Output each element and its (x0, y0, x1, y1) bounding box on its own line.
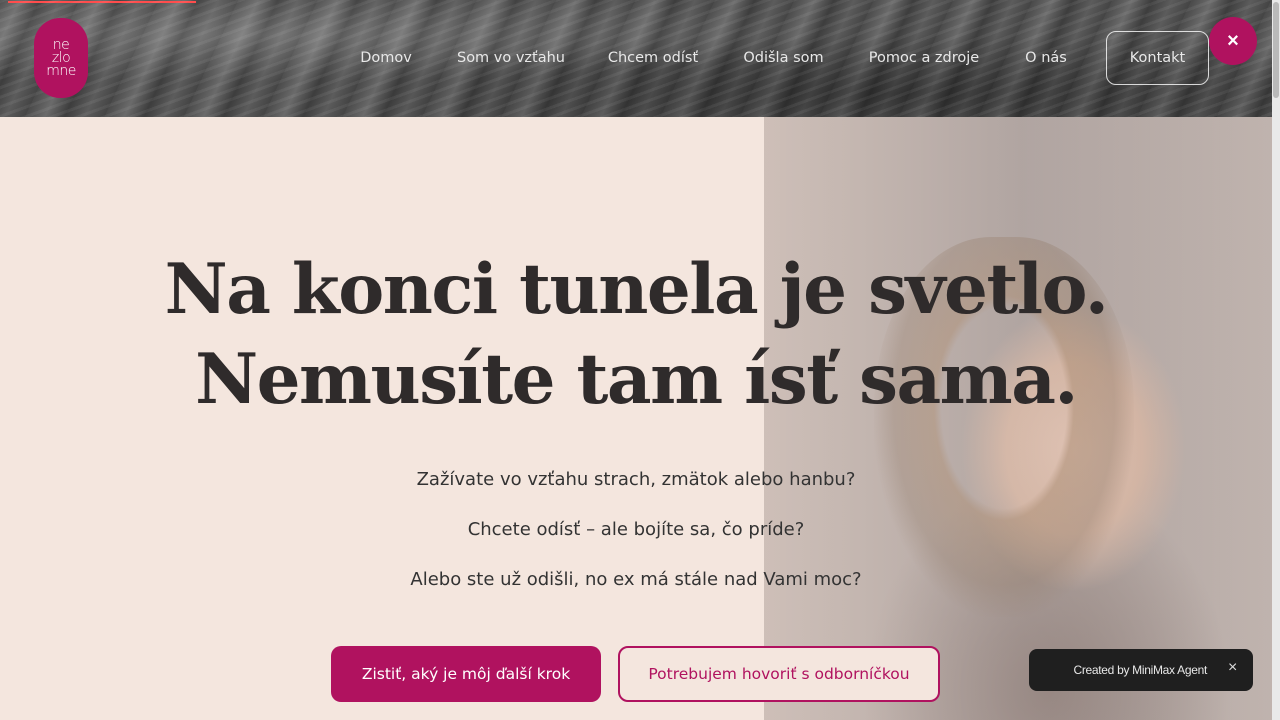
toast-text: Created by MiniMax Agent (1073, 663, 1207, 677)
nav-item-kontakt[interactable]: Kontakt (1106, 31, 1209, 85)
logo-text: ne zlo mne (46, 36, 76, 79)
nav-item-pomoc-a-zdroje[interactable]: Pomoc a zdroje (856, 31, 992, 85)
headline-line-2: Nemusíte tam ísť sama. (195, 339, 1078, 420)
talk-to-expert-button[interactable]: Potrebujem hovoriť s odborníčkou (618, 646, 940, 702)
created-by-toast: Created by MiniMax Agent × (1029, 649, 1253, 691)
site-header: ne zlo mne Domov Som vo vzťahu Chcem odí… (0, 0, 1280, 117)
close-menu-button[interactable]: × (1209, 17, 1257, 65)
hero-question-3: Alebo ste už odišli, no ex má stále nad … (410, 569, 862, 590)
nav-item-som-vo-vztahu[interactable]: Som vo vzťahu (446, 31, 576, 85)
hero-section: Na konci tunela je svetlo. Nemusíte tam … (0, 117, 1280, 720)
hero-question-2: Chcete odísť – ale bojíte sa, čo príde? (467, 519, 805, 540)
hero-headline: Na konci tunela je svetlo. Nemusíte tam … (0, 245, 1272, 425)
nav-item-chcem-odist[interactable]: Chcem odísť (595, 31, 711, 85)
nav-item-o-nas[interactable]: O nás (1011, 31, 1081, 85)
page-scrollbar[interactable] (1272, 0, 1280, 720)
scrollbar-thumb[interactable] (1273, 2, 1279, 98)
nav-item-domov[interactable]: Domov (346, 31, 426, 85)
hero-question-1: Zažívate vo vzťahu strach, zmätok alebo … (416, 469, 856, 490)
next-step-button[interactable]: Zistiť, aký je môj ďalší krok (331, 646, 601, 702)
toast-close-icon[interactable]: × (1228, 659, 1237, 677)
close-icon: × (1227, 29, 1239, 52)
nav-item-odisla-som[interactable]: Odišla som (730, 31, 837, 85)
brand-logo[interactable]: ne zlo mne (34, 18, 88, 98)
top-strip (8, 0, 196, 3)
headline-line-1: Na konci tunela je svetlo. (164, 249, 1109, 330)
